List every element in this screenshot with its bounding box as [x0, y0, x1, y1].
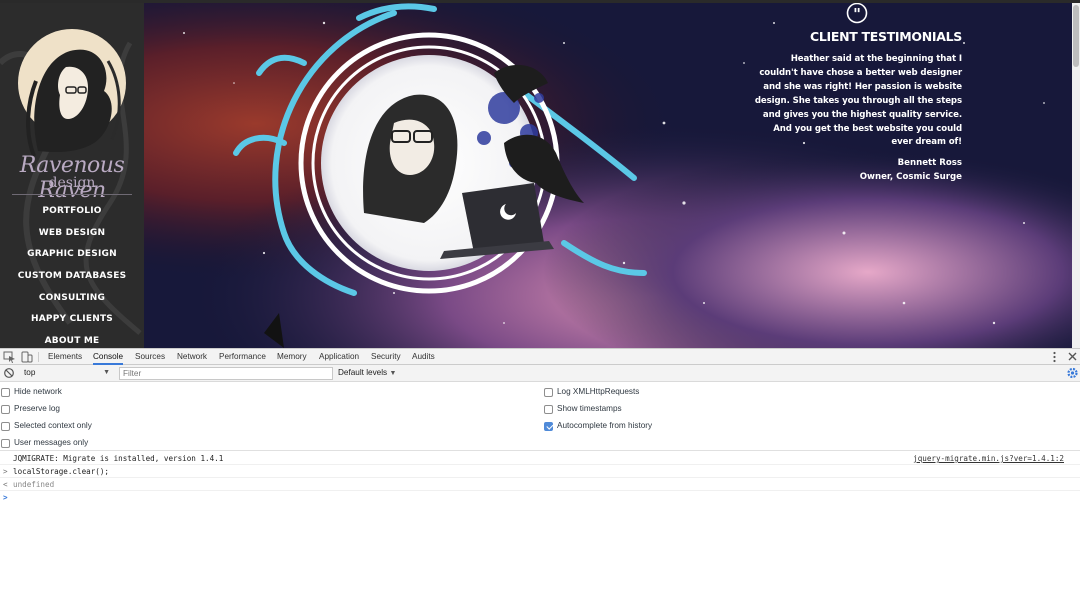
- console-input-echo: > localStorage.clear();: [0, 465, 1080, 478]
- nav-custom-databases[interactable]: CUSTOM DATABASES: [0, 266, 144, 288]
- tab-performance[interactable]: Performance: [219, 349, 266, 365]
- chevron-down-icon: ▼: [103, 369, 110, 376]
- context-selector[interactable]: top ▼: [18, 367, 112, 379]
- console-output[interactable]: JQMIGRATE: Migrate is installed, version…: [0, 452, 1080, 594]
- tab-memory[interactable]: Memory: [277, 349, 307, 365]
- nav-about-me[interactable]: ABOUT ME: [0, 331, 144, 348]
- preserve-log-label: Preserve log: [14, 404, 60, 413]
- devtools-panel: Elements Console Sources Network Perform…: [0, 348, 1080, 594]
- testimonial-author: Bennett Ross: [897, 158, 962, 168]
- toolbar-separator: [38, 352, 39, 362]
- context-value: top: [24, 368, 36, 377]
- testimonial-author-role: Owner, Cosmic Surge: [859, 172, 962, 182]
- console-message-text: JQMIGRATE: Migrate is installed, version…: [13, 454, 224, 463]
- console-prompt-chevron: >: [3, 493, 8, 502]
- brand-subtitle: design: [48, 175, 96, 191]
- user-messages-only-checkbox[interactable]: [1, 439, 10, 448]
- site-sidebar: Ravenous Raven design PORTFOLIO WEB DESI…: [0, 3, 144, 348]
- autocomplete-from-history-label: Autocomplete from history: [557, 421, 653, 430]
- tab-audits[interactable]: Audits: [412, 349, 435, 365]
- inspect-element-icon[interactable]: [3, 351, 16, 363]
- quote-icon: ": [846, 2, 868, 24]
- more-options-icon[interactable]: [1048, 351, 1061, 363]
- device-toolbar-icon[interactable]: [20, 351, 33, 363]
- console-gutter: >: [3, 467, 8, 476]
- show-timestamps-checkbox[interactable]: [544, 405, 553, 414]
- devtools-tab-bar: Elements Console Sources Network Perform…: [0, 348, 1080, 365]
- svg-text:": ": [853, 5, 861, 23]
- log-xmlhttprequests-checkbox[interactable]: [544, 388, 553, 397]
- site-nav: PORTFOLIO WEB DESIGN GRAPHIC DESIGN CUST…: [0, 201, 144, 348]
- log-levels-label: Default levels: [338, 368, 388, 377]
- console-toolbar: top ▼ Default levels ▼: [0, 365, 1080, 382]
- nav-graphic-design[interactable]: GRAPHIC DESIGN: [0, 244, 144, 266]
- tab-elements[interactable]: Elements: [48, 349, 82, 365]
- brand-divider: [12, 194, 132, 195]
- nav-web-design[interactable]: WEB DESIGN: [0, 223, 144, 245]
- tab-sources[interactable]: Sources: [135, 349, 165, 365]
- testimonial-quote: Heather said at the beginning that I cou…: [754, 54, 962, 148]
- top-border: [0, 0, 1080, 3]
- console-prompt[interactable]: >: [0, 491, 1080, 504]
- preserve-log-checkbox[interactable]: [1, 405, 10, 414]
- nav-happy-clients[interactable]: HAPPY CLIENTS: [0, 309, 144, 331]
- testimonials-heading: CLIENT TESTIMONIALS: [809, 29, 962, 44]
- chevron-down-icon: ▼: [389, 370, 397, 377]
- console-source-link[interactable]: jquery-migrate.min.js?ver=1.4.1:2: [913, 452, 1064, 465]
- log-levels-dropdown[interactable]: Default levels ▼: [338, 367, 396, 379]
- close-devtools-icon[interactable]: [1066, 351, 1079, 363]
- console-settings-pane: Hide network Preserve log Selected conte…: [0, 383, 1080, 451]
- tab-application[interactable]: Application: [319, 349, 359, 365]
- clear-console-icon[interactable]: [3, 367, 16, 379]
- selected-context-only-checkbox[interactable]: [1, 422, 10, 431]
- console-message: JQMIGRATE: Migrate is installed, version…: [0, 452, 1080, 465]
- user-messages-only-label: User messages only: [14, 438, 89, 447]
- nav-portfolio[interactable]: PORTFOLIO: [0, 201, 144, 223]
- website-viewport: Ravenous Raven design PORTFOLIO WEB DESI…: [0, 0, 1080, 348]
- autocomplete-from-history-checkbox[interactable]: [544, 422, 553, 431]
- console-gutter: <: [3, 480, 8, 489]
- log-xmlhttprequests-label: Log XMLHttpRequests: [557, 387, 640, 396]
- selected-context-only-label: Selected context only: [14, 421, 92, 430]
- hide-network-label: Hide network: [14, 387, 62, 396]
- tab-network[interactable]: Network: [177, 349, 207, 365]
- page-scrollbar-thumb[interactable]: [1073, 5, 1079, 67]
- console-command-text: localStorage.clear();: [13, 467, 110, 476]
- tab-console[interactable]: Console: [93, 349, 124, 365]
- console-result-text: undefined: [13, 480, 55, 489]
- show-timestamps-label: Show timestamps: [557, 404, 622, 413]
- nav-consulting[interactable]: CONSULTING: [0, 288, 144, 310]
- console-result: < undefined: [0, 478, 1080, 491]
- page-scrollbar[interactable]: [1072, 3, 1080, 348]
- console-settings-gear-icon[interactable]: [1066, 367, 1079, 379]
- hide-network-checkbox[interactable]: [1, 388, 10, 397]
- tab-security[interactable]: Security: [371, 349, 401, 365]
- filter-input[interactable]: [119, 367, 333, 380]
